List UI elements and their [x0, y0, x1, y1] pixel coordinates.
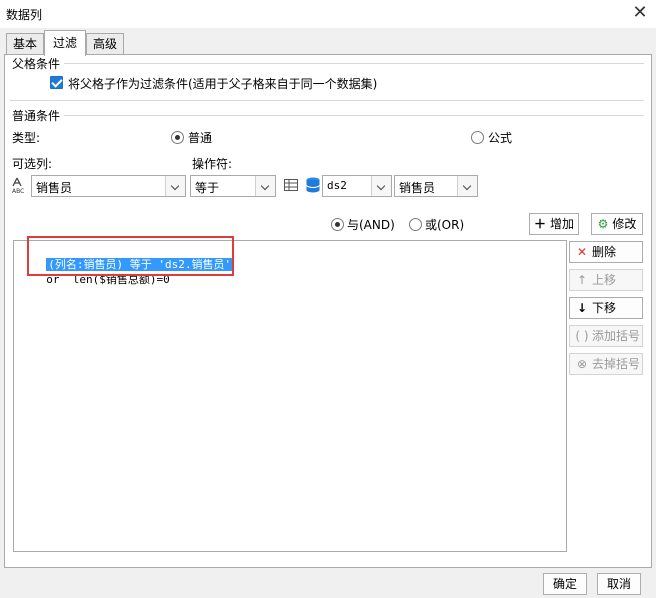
operator-label: 操作符: — [192, 157, 233, 171]
tab-advanced[interactable]: 高级 — [86, 33, 124, 55]
add-bracket-label: 添加括号 — [592, 329, 641, 343]
column-select[interactable]: 销售员 — [31, 175, 186, 197]
move-up-button[interactable]: ↑ 上移 — [569, 269, 643, 291]
type-formula-label: 公式 — [488, 131, 513, 145]
dataset-select-value: ds2 — [327, 179, 347, 192]
remove-bracket-button[interactable]: ⊗ 去掉括号 — [569, 353, 643, 375]
arrow-up-icon: ↑ — [576, 273, 588, 287]
move-up-label: 上移 — [592, 273, 617, 287]
dataset-select[interactable]: ds2 — [322, 175, 392, 197]
tab-basic[interactable]: 基本 — [6, 33, 44, 55]
type-formula-radio[interactable] — [471, 131, 484, 144]
move-down-button[interactable]: ↓ 下移 — [569, 297, 643, 319]
chevron-down-icon[interactable] — [371, 176, 391, 196]
svg-text:ABC: ABC — [12, 188, 24, 194]
type-label: 类型: — [12, 131, 41, 145]
table-icon[interactable] — [284, 179, 298, 191]
type-normal-label: 普通 — [188, 131, 213, 145]
parent-filter-label: 将父格子作为过滤条件(适用于父子格来自于同一个数据集) — [68, 77, 378, 91]
delete-x-icon: ✕ — [576, 245, 588, 259]
chevron-down-icon[interactable] — [255, 176, 275, 196]
arrow-down-icon: ↓ — [576, 301, 588, 315]
close-icon[interactable]: ✕ — [628, 2, 652, 24]
chevron-down-icon[interactable] — [165, 176, 185, 196]
field-select[interactable]: 销售员 — [394, 175, 478, 197]
bracket-icon: ( ) — [575, 329, 589, 343]
modify-button-label: 修改 — [612, 217, 637, 231]
add-bracket-button[interactable]: ( ) 添加括号 — [569, 325, 643, 347]
ok-button[interactable]: 确定 — [543, 573, 587, 595]
parent-filter-checkbox[interactable] — [50, 76, 63, 89]
divider — [64, 63, 644, 64]
type-normal-radio[interactable] — [171, 131, 184, 144]
chevron-down-icon[interactable] — [457, 176, 477, 196]
add-button-label: 增加 — [550, 217, 575, 231]
title-bar: 数据列 ✕ — [0, 0, 656, 28]
add-button[interactable]: ＋ 增加 — [529, 213, 579, 235]
move-down-label: 下移 — [592, 301, 617, 315]
cancel-button[interactable]: 取消 — [597, 573, 641, 595]
plus-icon: ＋ — [533, 217, 546, 231]
remove-bracket-icon: ⊗ — [576, 357, 588, 371]
column-select-value: 销售员 — [36, 181, 73, 195]
operator-select[interactable]: 等于 — [190, 175, 276, 197]
remove-bracket-label: 去掉括号 — [592, 357, 641, 371]
divider — [64, 115, 644, 116]
tab-filter[interactable]: 过滤 — [44, 30, 86, 56]
operator-select-value: 等于 — [195, 181, 220, 195]
normal-condition-heading: 普通条件 — [12, 109, 61, 123]
or-radio[interactable] — [409, 218, 422, 231]
modify-button[interactable]: ⚙ 修改 — [591, 213, 643, 235]
or-label: 或(OR) — [425, 218, 465, 232]
highlight-box — [27, 236, 234, 276]
parent-condition-heading: 父格条件 — [12, 57, 61, 71]
and-label: 与(AND) — [347, 218, 395, 232]
database-icon — [305, 176, 321, 194]
and-radio[interactable] — [331, 218, 344, 231]
field-select-value: 销售员 — [399, 181, 436, 195]
window-title: 数据列 — [6, 8, 43, 22]
divider — [10, 100, 644, 101]
optional-column-label: 可选列: — [12, 157, 53, 171]
delete-button[interactable]: ✕ 删除 — [569, 241, 643, 263]
delete-button-label: 删除 — [592, 245, 617, 259]
gear-icon: ⚙ — [597, 217, 609, 231]
column-type-icon: ABC — [11, 176, 29, 195]
